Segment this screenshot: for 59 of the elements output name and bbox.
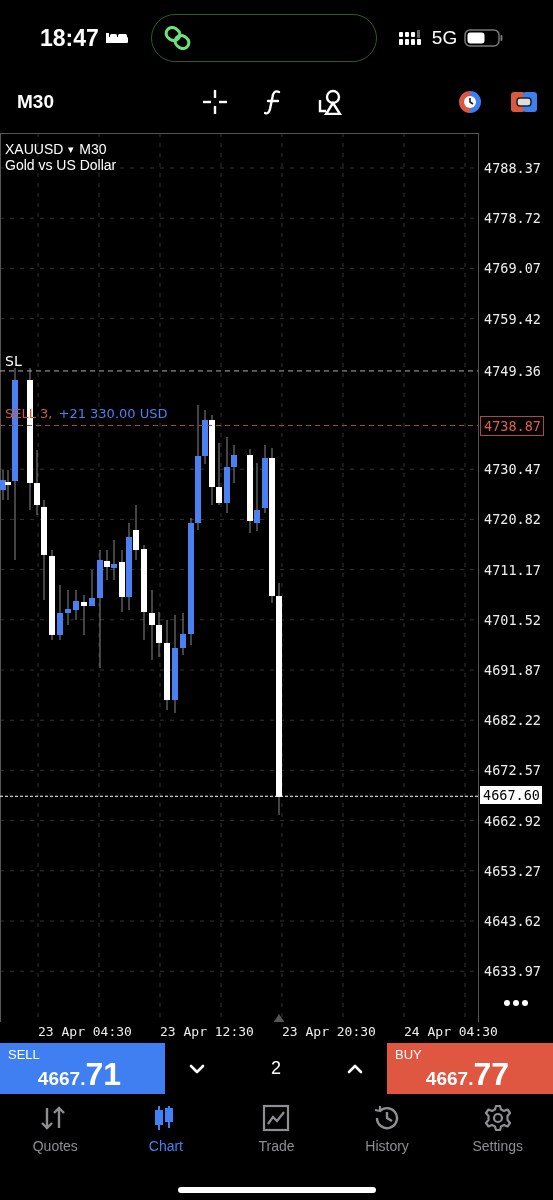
nav-tab[interactable]: History: [342, 1104, 433, 1170]
candle: [180, 612, 186, 656]
line-chart-icon: [262, 1104, 291, 1132]
chevron-down-icon[interactable]: [189, 1063, 205, 1074]
price-label: 4662.92: [484, 811, 541, 830]
price-label: 4711.17: [484, 560, 541, 579]
symbol-name[interactable]: XAUUSD: [5, 141, 64, 157]
nav-tab[interactable]: Settings: [452, 1104, 543, 1170]
buy-button[interactable]: BUY 4667.77: [387, 1043, 553, 1094]
time-label: 23 Apr 20:30: [282, 1024, 376, 1039]
price-label: 4682.22: [484, 711, 541, 730]
price-label: 4778.72: [484, 209, 541, 228]
price-label: 4759.42: [484, 309, 541, 328]
symbol-timeframe: M30: [79, 141, 107, 157]
bed-icon: [104, 31, 129, 45]
price-label: 4730.47: [484, 460, 541, 479]
dropdown-icon[interactable]: ▾: [68, 142, 75, 156]
symbol-description: Gold vs US Dollar: [5, 157, 117, 173]
price-label: 4672.57: [484, 761, 541, 780]
order-profit: +21 330.00 USD: [58, 405, 168, 421]
time-label: 23 Apr 12:30: [160, 1024, 254, 1039]
shapes-icon[interactable]: [317, 88, 344, 115]
function-icon[interactable]: [263, 88, 282, 115]
price-label: 4788.37: [484, 159, 541, 177]
more-icon[interactable]: [504, 1000, 528, 1006]
chevron-up-icon[interactable]: [347, 1063, 363, 1074]
candle: [81, 594, 87, 636]
marker-icon: [273, 1014, 285, 1022]
price-label: 4653.27: [484, 861, 541, 880]
price-label: 4691.87: [484, 661, 541, 679]
nav-tab[interactable]: Quotes: [10, 1104, 101, 1170]
crosshair-icon[interactable]: [201, 88, 228, 115]
clock-icon[interactable]: [457, 88, 483, 115]
price-label: 4701.52: [484, 610, 541, 629]
price-label: 4643.62: [484, 912, 541, 930]
price-label: 4769.07: [484, 259, 541, 278]
time-label: 23 Apr 04:30: [38, 1024, 132, 1039]
candle: [89, 569, 95, 606]
nav-tab[interactable]: Chart: [120, 1104, 211, 1170]
status-time: 18:47: [40, 24, 99, 52]
stop-loss-label: SL: [5, 352, 22, 369]
order-price-tag: 4738.87: [480, 415, 544, 436]
candle: [65, 589, 71, 626]
volume-field[interactable]: 2: [271, 1058, 281, 1079]
candle: [73, 589, 79, 621]
battery-icon: [464, 29, 505, 47]
switch-icon[interactable]: [511, 90, 537, 113]
link-icon: [163, 26, 192, 50]
sell-button[interactable]: SELL 4667.71: [0, 1043, 165, 1094]
candle: [57, 584, 63, 641]
nav-tab[interactable]: Trade: [231, 1104, 322, 1170]
price-label: 4720.82: [484, 510, 541, 529]
network-label: 5G: [431, 27, 458, 49]
current-price-tag: 4667.60: [480, 786, 542, 805]
settings-icon: [483, 1104, 512, 1132]
price-label: 4749.36: [484, 361, 541, 380]
time-label: 24 Apr 04:30: [404, 1024, 498, 1039]
timeframe-button[interactable]: M30: [17, 90, 54, 113]
price-label: 4633.97: [484, 962, 541, 981]
